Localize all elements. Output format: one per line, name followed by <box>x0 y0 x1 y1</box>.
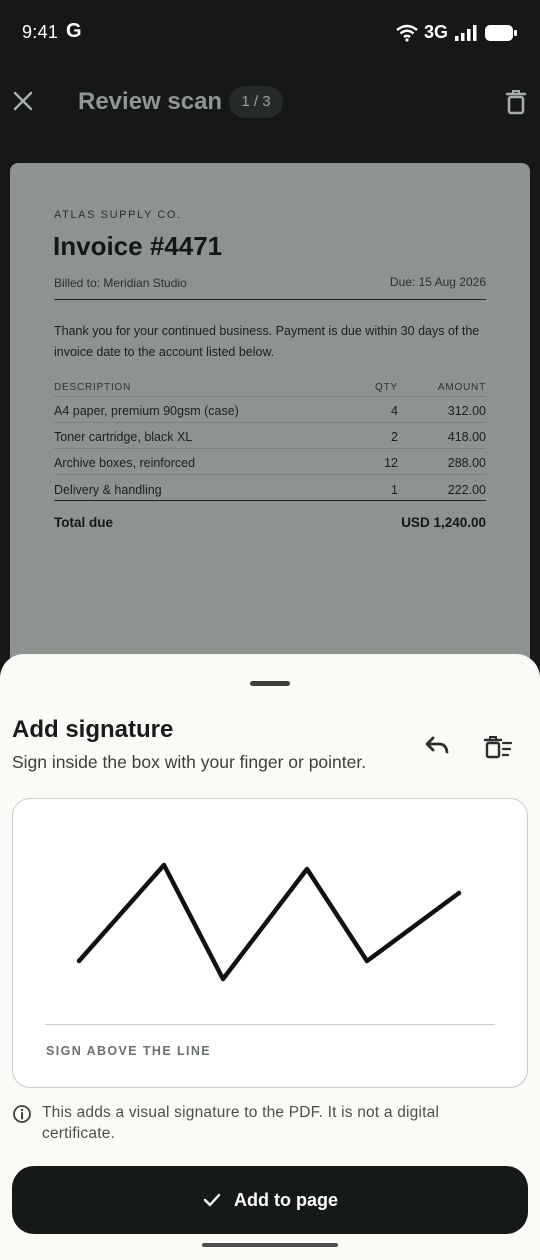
row-amount: 418.00 <box>447 430 486 444</box>
table-row: Toner cartridge, black XL 2 418.00 <box>54 423 486 449</box>
row-description: Archive boxes, reinforced <box>54 456 196 470</box>
col-description: DESCRIPTION <box>54 382 132 393</box>
home-indicator[interactable] <box>202 1243 338 1247</box>
add-to-page-button[interactable]: Add to page <box>12 1166 528 1234</box>
drag-handle[interactable] <box>250 681 290 686</box>
doc-divider <box>54 299 486 300</box>
trash-icon <box>505 90 527 115</box>
sign-caption: SIGN ABOVE THE LINE <box>46 1044 212 1058</box>
info-icon <box>13 1105 31 1123</box>
row-description: Toner cartridge, black XL <box>54 430 193 444</box>
close-button[interactable] <box>10 88 38 116</box>
table-row: Archive boxes, reinforced 12 288.00 <box>54 449 486 475</box>
col-qty: QTY <box>375 382 398 393</box>
wifi-icon <box>396 24 418 42</box>
row-qty: 2 <box>391 430 398 444</box>
doc-total: Total due USD 1,240.00 <box>54 500 486 530</box>
page-indicator: 1 / 3 <box>229 86 283 118</box>
sheet-title: Add signature <box>12 716 174 743</box>
clear-signature-button[interactable] <box>482 732 514 764</box>
undo-button[interactable] <box>420 732 452 764</box>
row-qty: 1 <box>391 483 398 497</box>
row-amount: 288.00 <box>447 456 486 470</box>
invoice-table: DESCRIPTION QTY AMOUNT A4 paper, premium… <box>54 377 486 501</box>
row-description: Delivery & handling <box>54 483 162 497</box>
doc-due-date: Due: 15 Aug 2026 <box>389 275 486 289</box>
google-icon: G <box>66 20 82 42</box>
row-amount: 222.00 <box>447 483 486 497</box>
sheet-subtitle: Sign inside the box with your finger or … <box>12 752 367 772</box>
page-title: Review scan <box>78 88 223 115</box>
doc-billed-to: Billed to: Meridian Studio <box>54 276 187 290</box>
table-row: Delivery & handling 1 222.00 <box>54 475 486 501</box>
row-qty: 12 <box>384 456 398 470</box>
doc-title: Invoice #4471 <box>53 231 223 261</box>
network-label: 3G <box>423 22 448 42</box>
table-header: DESCRIPTION QTY AMOUNT <box>54 377 486 397</box>
status-time: 9:41 <box>22 22 59 42</box>
status-bar: 9:41 G 3G <box>0 0 540 64</box>
scanned-document: ATLAS SUPPLY CO. Invoice #4471 Billed to… <box>10 163 530 723</box>
signature-canvas[interactable]: SIGN ABOVE THE LINE <box>12 798 528 1088</box>
col-amount: AMOUNT <box>437 382 486 393</box>
row-qty: 4 <box>391 404 398 418</box>
close-icon <box>13 91 33 111</box>
status-indicators: 3G <box>396 22 518 43</box>
total-label: Total due <box>54 515 113 530</box>
signature-baseline <box>45 1024 495 1025</box>
row-amount: 312.00 <box>447 404 486 418</box>
delete-button[interactable] <box>502 88 530 116</box>
clear-signature-icon <box>483 736 513 759</box>
add-to-page-label: Add to page <box>234 1189 338 1210</box>
check-icon <box>203 1193 221 1207</box>
battery-icon <box>485 24 517 41</box>
signal-icon <box>455 24 477 41</box>
row-description: A4 paper, premium 90gsm (case) <box>54 404 239 418</box>
signature-sheet: Add signature Sign inside the box with y… <box>0 654 540 1260</box>
table-row: A4 paper, premium 90gsm (case) 4 312.00 <box>54 397 486 423</box>
app-bar: Review scan 1 / 3 <box>0 70 540 134</box>
undo-icon <box>425 736 449 754</box>
doc-company: ATLAS SUPPLY CO. <box>54 209 182 221</box>
doc-note: Thank you for your continued business. P… <box>54 324 480 359</box>
info-text: This adds a visual signature to the PDF.… <box>42 1104 440 1142</box>
total-value: USD 1,240.00 <box>401 515 486 530</box>
